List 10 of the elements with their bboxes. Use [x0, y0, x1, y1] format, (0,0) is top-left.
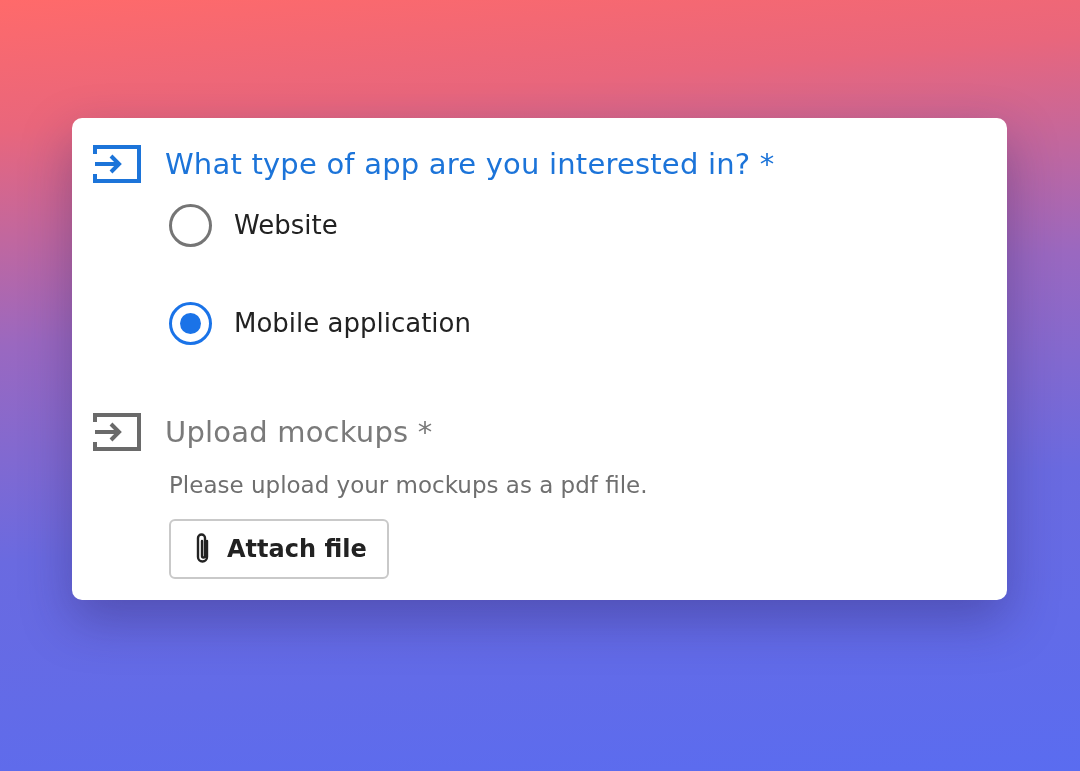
- option-label: Website: [234, 208, 338, 242]
- help-text: Please upload your mockups as a pdf file.: [169, 471, 649, 500]
- sign-in-icon: [93, 413, 141, 451]
- radio-button[interactable]: [169, 203, 212, 247]
- attach-file-button[interactable]: Attach file: [169, 518, 389, 579]
- radio-button[interactable]: [169, 301, 212, 345]
- question-title: What type of app are you interested in? *: [165, 146, 775, 183]
- question-title: Upload mockups *: [165, 414, 433, 451]
- option-label: Mobile application: [234, 306, 471, 340]
- sign-in-icon: [93, 145, 141, 183]
